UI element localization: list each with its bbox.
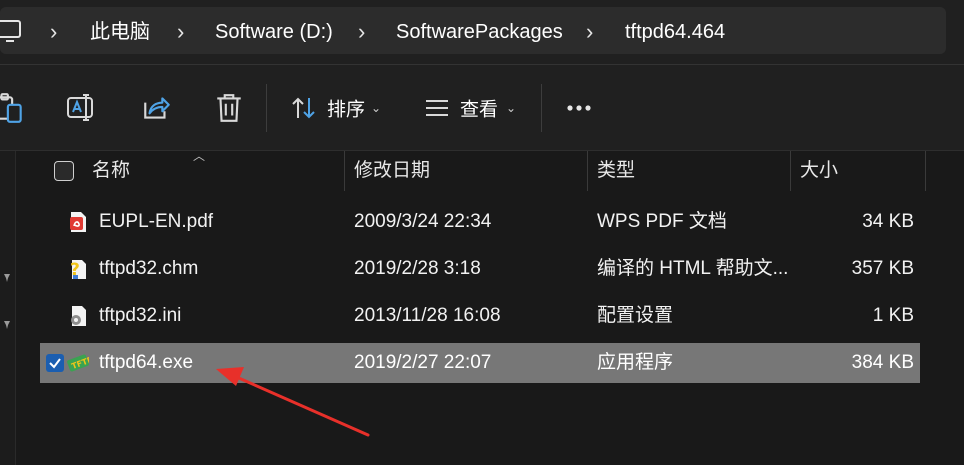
annotation-arrow bbox=[216, 367, 370, 437]
